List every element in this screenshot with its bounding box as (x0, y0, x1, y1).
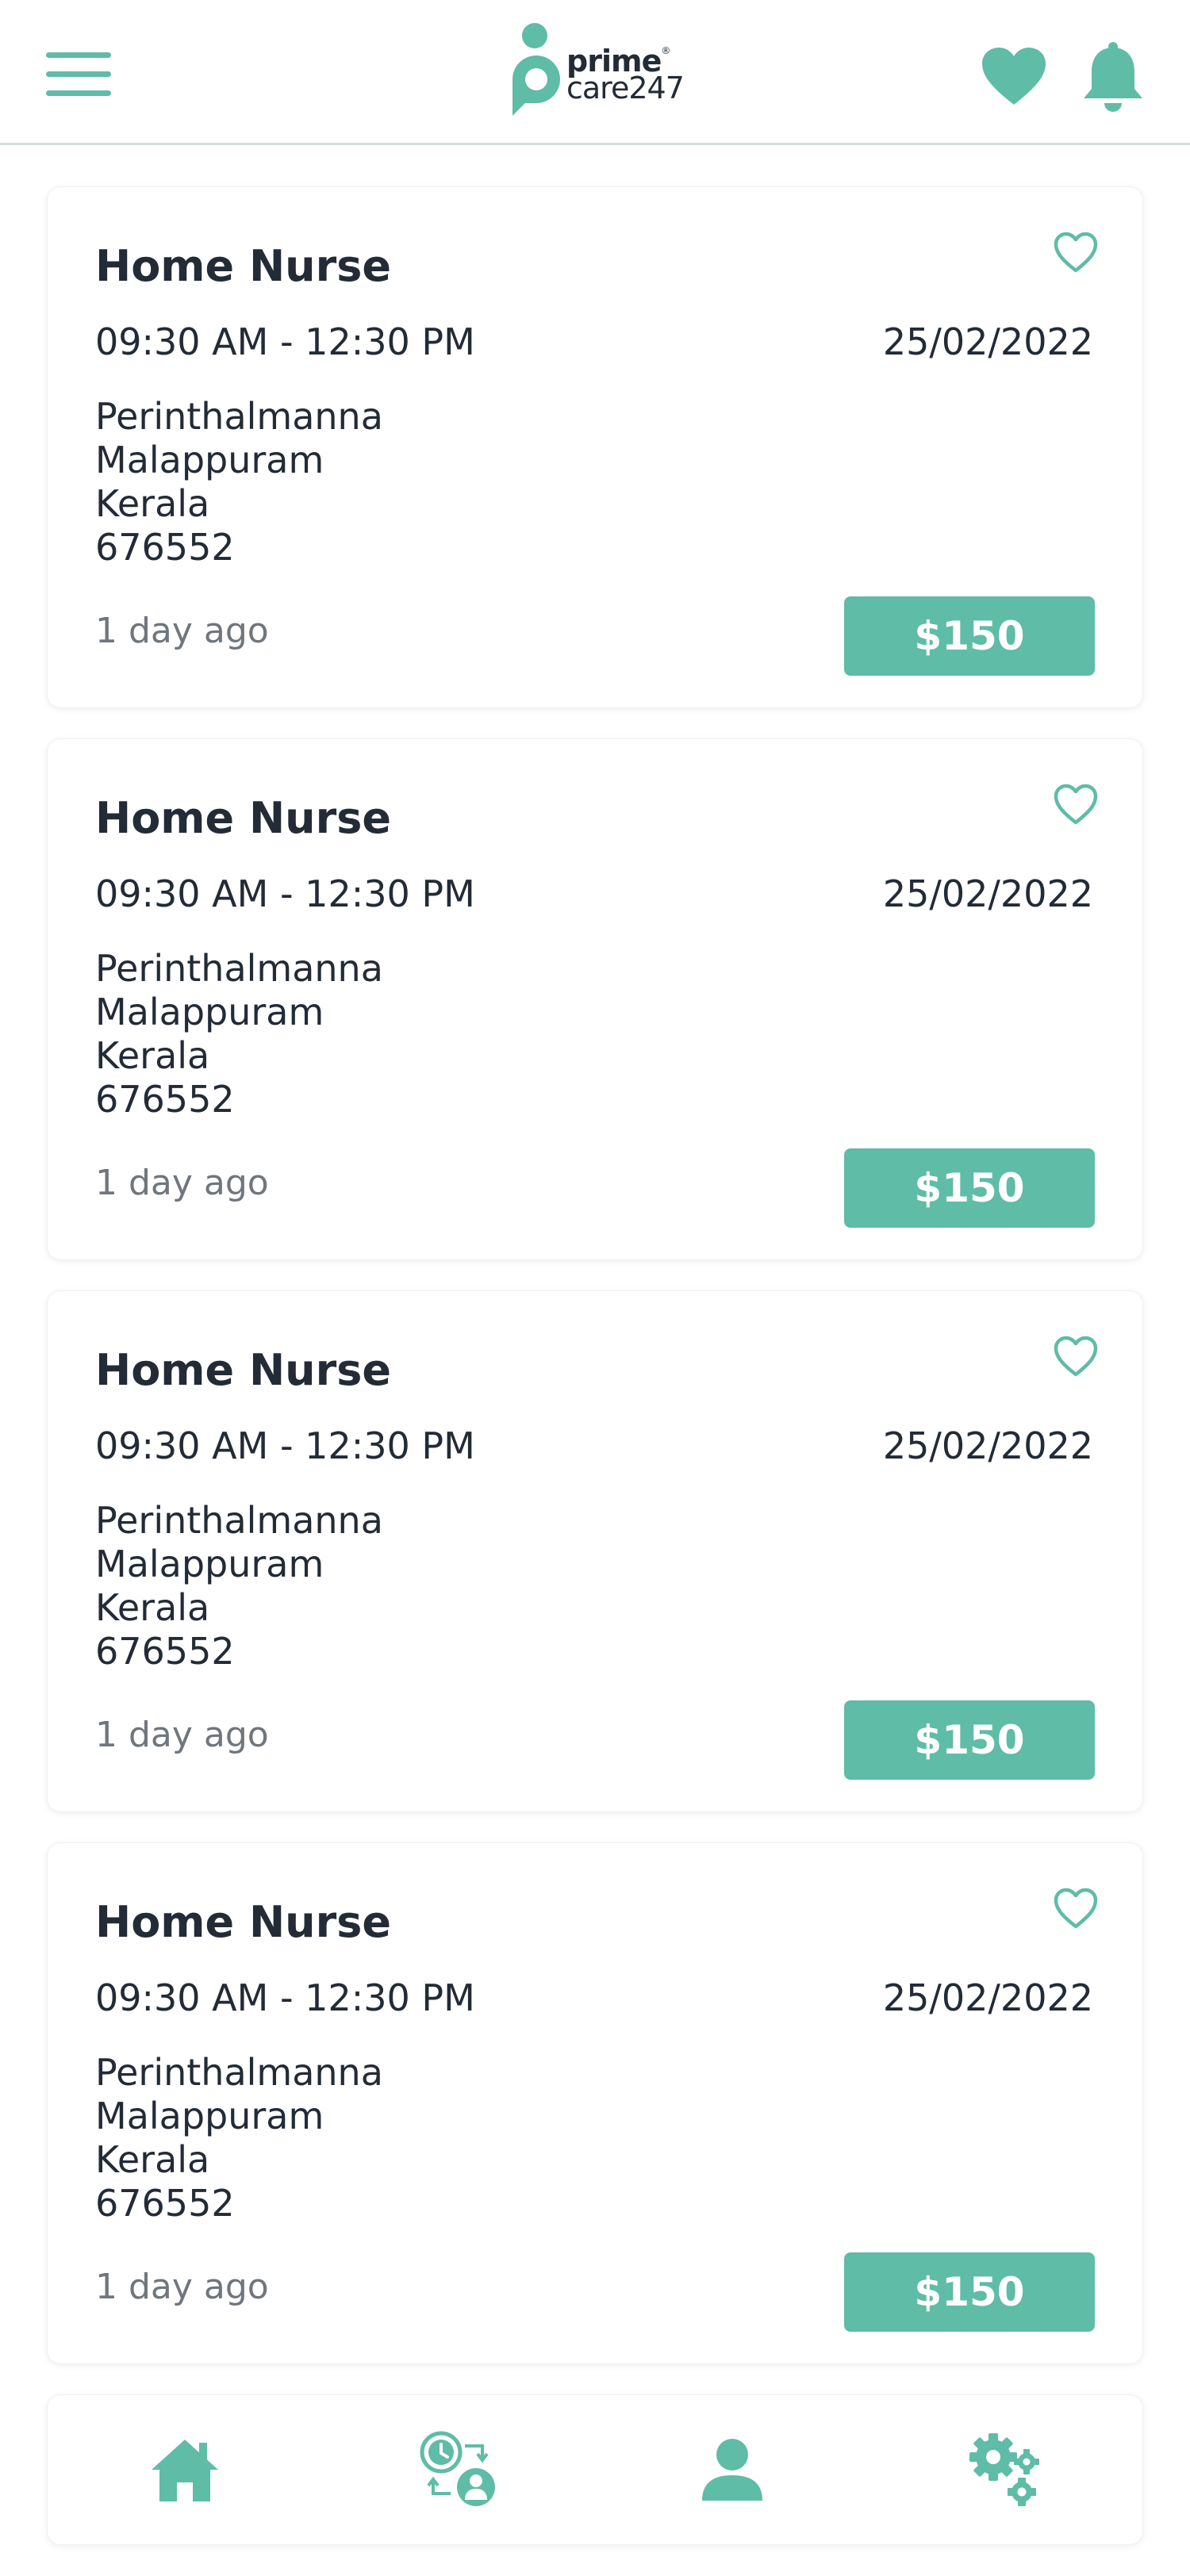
address-line: Kerala (95, 482, 210, 525)
nav-schedule[interactable] (321, 2395, 595, 2544)
home-icon (151, 2440, 218, 2501)
job-posted-time: 1 day ago (95, 1163, 269, 1203)
job-address: Perinthalmanna Malappuram Kerala 676552 (95, 2051, 383, 2225)
address-line: Malappuram (95, 1543, 324, 1585)
job-date: 25/02/2022 (882, 320, 1093, 363)
address-line: 676552 (95, 2182, 235, 2225)
job-time: 09:30 AM - 12:30 PM (95, 1424, 475, 1467)
address-line: Perinthalmanna (95, 947, 383, 990)
price-button[interactable]: $150 (844, 1148, 1095, 1228)
price-button[interactable]: $150 (844, 596, 1095, 676)
job-date: 25/02/2022 (882, 872, 1093, 915)
job-card[interactable]: Home Nurse 09:30 AM - 12:30 PM 25/02/202… (48, 1843, 1142, 2363)
job-address: Perinthalmanna Malappuram Kerala 676552 (95, 1499, 383, 1673)
app-logo: prime® care247 (508, 17, 690, 121)
job-address: Perinthalmanna Malappuram Kerala 676552 (95, 947, 383, 1121)
job-time: 09:30 AM - 12:30 PM (95, 320, 475, 363)
address-line: 676552 (95, 1630, 235, 1673)
settings-gears-icon (969, 2433, 1039, 2506)
address-line: Kerala (95, 1034, 210, 1077)
job-posted-time: 1 day ago (95, 2267, 269, 2307)
nav-settings[interactable] (869, 2395, 1142, 2544)
address-line: Malappuram (95, 439, 324, 481)
address-line: Malappuram (95, 991, 324, 1033)
schedule-exchange-icon (420, 2431, 495, 2506)
logo-line-care: care247 (566, 71, 685, 105)
address-line: Malappuram (95, 2095, 324, 2137)
job-title: Home Nurse (95, 241, 392, 291)
heart-outline-icon[interactable] (1052, 782, 1100, 826)
job-card[interactable]: Home Nurse 09:30 AM - 12:30 PM 25/02/202… (48, 187, 1142, 707)
price-button[interactable]: $150 (844, 2252, 1095, 2332)
job-title: Home Nurse (95, 793, 392, 843)
job-list: Home Nurse 09:30 AM - 12:30 PM 25/02/202… (48, 187, 1142, 2395)
address-line: Perinthalmanna (95, 395, 383, 438)
address-line: Perinthalmanna (95, 1499, 383, 1542)
address-line: Kerala (95, 2138, 210, 2181)
bottom-nav (48, 2395, 1142, 2544)
heart-filled-icon[interactable] (981, 46, 1047, 106)
job-date: 25/02/2022 (882, 1424, 1093, 1467)
heart-outline-icon[interactable] (1052, 230, 1100, 274)
address-line: Kerala (95, 1586, 210, 1629)
address-line: 676552 (95, 526, 235, 569)
job-card[interactable]: Home Nurse 09:30 AM - 12:30 PM 25/02/202… (48, 739, 1142, 1259)
job-time: 09:30 AM - 12:30 PM (95, 872, 475, 915)
address-line: Perinthalmanna (95, 2051, 383, 2094)
nav-home[interactable] (48, 2395, 321, 2544)
logo-mark-icon (512, 23, 560, 116)
heart-outline-icon[interactable] (1052, 1886, 1100, 1930)
nav-profile[interactable] (595, 2395, 869, 2544)
job-address: Perinthalmanna Malappuram Kerala 676552 (95, 395, 383, 569)
logo-registered-mark: ® (661, 45, 670, 56)
job-card[interactable]: Home Nurse 09:30 AM - 12:30 PM 25/02/202… (48, 1291, 1142, 1811)
hamburger-menu-icon[interactable] (46, 49, 113, 100)
heart-outline-icon[interactable] (1052, 1334, 1100, 1378)
job-title: Home Nurse (95, 1897, 392, 1947)
app-header: prime® care247 (0, 0, 1190, 145)
logo-text: prime® care247 (566, 45, 685, 105)
job-posted-time: 1 day ago (95, 611, 269, 651)
price-button[interactable]: $150 (844, 1700, 1095, 1780)
job-time: 09:30 AM - 12:30 PM (95, 1976, 475, 2019)
user-profile-icon (701, 2439, 762, 2501)
job-title: Home Nurse (95, 1345, 392, 1395)
job-date: 25/02/2022 (882, 1976, 1093, 2019)
address-line: 676552 (95, 1078, 235, 1121)
job-posted-time: 1 day ago (95, 1715, 269, 1755)
bell-icon[interactable] (1081, 41, 1146, 113)
